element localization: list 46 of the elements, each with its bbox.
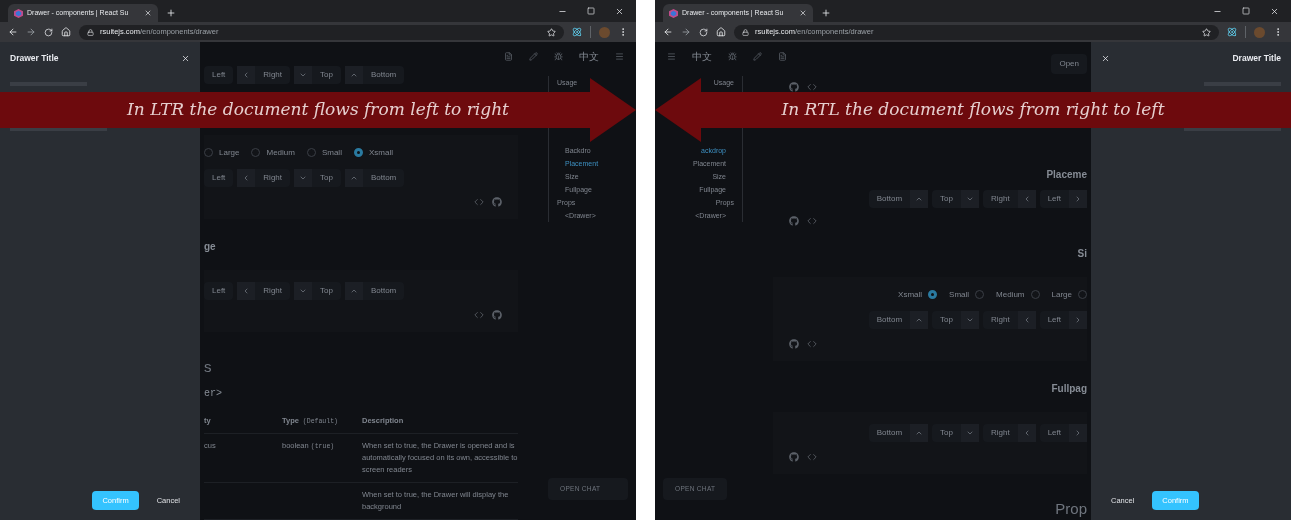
section-heading: Placeme	[1046, 167, 1087, 182]
banner-text: In LTR the document flows from left to right	[127, 98, 509, 122]
section-title: Prop	[1055, 498, 1087, 519]
placement-button[interactable]: Left	[1039, 423, 1087, 442]
placement-button[interactable]: Top	[932, 189, 979, 208]
section-heading: ge	[204, 239, 216, 254]
placement-button[interactable]: Left	[204, 168, 234, 187]
placement-button[interactable]: Top	[294, 168, 341, 187]
placement-button[interactable]: Top	[294, 281, 341, 300]
placement-button[interactable]: Left	[204, 66, 234, 84]
radio-label: Large	[219, 146, 240, 159]
placement-button[interactable]: Top	[294, 66, 341, 84]
drawer-title: Drawer Title	[1232, 52, 1281, 65]
radio-label: Small	[949, 288, 970, 301]
radio-label: Medium	[266, 146, 295, 159]
radio-label: Xsmall	[368, 146, 393, 159]
placement-button[interactable]: Left	[1039, 310, 1087, 329]
placement-button[interactable]: Right	[982, 423, 1036, 442]
placement-button[interactable]: Right	[237, 66, 291, 84]
radio-label: Small	[321, 146, 342, 159]
placement-button[interactable]: Bottom	[344, 281, 405, 300]
component-heading: er>	[204, 387, 222, 402]
placement-button[interactable]: Left	[204, 281, 234, 300]
placement-button[interactable]: Bottom	[868, 310, 929, 329]
placement-button[interactable]: Bottom	[868, 423, 929, 442]
section-heading: Si	[1077, 246, 1087, 261]
radio-label: Xsmall	[898, 288, 923, 301]
placement-button[interactable]: Top	[932, 310, 979, 329]
radio-label: Large	[1051, 288, 1072, 301]
placement-button[interactable]: Right	[982, 310, 1036, 329]
open-button[interactable]: Open	[1051, 54, 1087, 74]
drawer-title: Drawer Title	[10, 52, 59, 65]
placement-button[interactable]: Right	[982, 189, 1036, 208]
placement-button[interactable]: Bottom	[344, 168, 405, 187]
language-link[interactable]: 中文	[692, 48, 712, 64]
section-heading: Fullpag	[1051, 381, 1087, 396]
placement-button[interactable]: Bottom	[344, 66, 405, 84]
placement-button[interactable]: Right	[237, 168, 291, 187]
placement-button[interactable]: Bottom	[868, 189, 929, 208]
radio-label: Medium	[996, 288, 1025, 301]
language-link[interactable]: 中文	[579, 48, 599, 64]
banner-text: In RTL the document flows from right to left	[781, 98, 1165, 122]
section-title: s	[204, 356, 212, 377]
placement-button[interactable]: Left	[1039, 189, 1087, 208]
placement-button[interactable]: Right	[237, 281, 291, 300]
placement-button[interactable]: Top	[932, 423, 979, 442]
